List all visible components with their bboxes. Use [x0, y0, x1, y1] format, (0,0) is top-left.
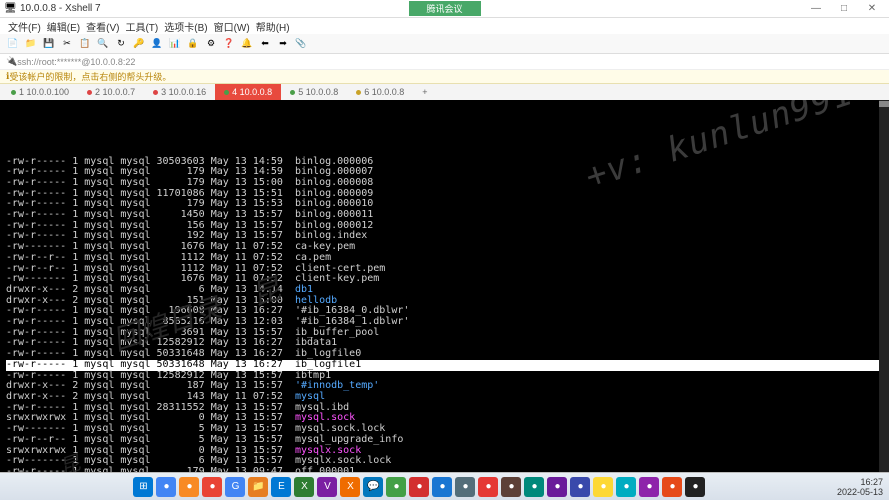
- taskbar-app-icon[interactable]: 📁: [248, 477, 268, 497]
- toolbar-button[interactable]: 📎: [294, 37, 308, 51]
- taskbar-app-icon[interactable]: ●: [639, 477, 659, 497]
- scroll-thumb[interactable]: [879, 101, 889, 107]
- file-row[interactable]: -rw-r--r-- 1 mysql mysql 1112 May 11 07:…: [6, 253, 883, 264]
- session-tab[interactable]: 4 10.0.0.8: [215, 84, 281, 100]
- taskbar-app-icon[interactable]: ●: [524, 477, 544, 497]
- hint-bar[interactable]: ℹ 受该帐户的限制，点击右侧的帮头升级。: [0, 70, 889, 84]
- taskbar-app-icon[interactable]: X: [294, 477, 314, 497]
- toolbar-button[interactable]: 🔒: [186, 37, 200, 51]
- session-tab[interactable]: 1 10.0.0.100: [2, 84, 78, 100]
- toolbar-button[interactable]: ⚙: [204, 37, 218, 51]
- taskbar-app-icon[interactable]: V: [317, 477, 337, 497]
- menu-item[interactable]: 窗口(W): [212, 19, 252, 34]
- taskbar-app-icon[interactable]: ●: [202, 477, 222, 497]
- taskbar-app-icon[interactable]: ●: [547, 477, 567, 497]
- close-button[interactable]: ✕: [859, 2, 885, 16]
- address-text: ssh://root:*******@10.0.0.8:22: [17, 57, 135, 67]
- menu-item[interactable]: 帮助(H): [254, 19, 292, 34]
- taskbar-app-icon[interactable]: ●: [662, 477, 682, 497]
- menu-item[interactable]: 工具(T): [123, 19, 160, 34]
- clock-time: 16:27: [837, 477, 883, 487]
- taskbar-app-icon[interactable]: ●: [179, 477, 199, 497]
- status-dot-icon: [153, 90, 158, 95]
- taskbar-app-icon[interactable]: ●: [386, 477, 406, 497]
- window-controls: — □ ✕: [803, 2, 885, 16]
- session-tabs: 1 10.0.0.1002 10.0.0.73 10.0.0.164 10.0.…: [0, 84, 889, 100]
- windows-taskbar: ⊞●●●G📁EXVX💬●●●●●●●●●●●●●● 16:27 2022-05-…: [0, 472, 889, 500]
- taskbar-app-icon[interactable]: G: [225, 477, 245, 497]
- toolbar-button[interactable]: 🔔: [240, 37, 254, 51]
- taskbar-app-icon[interactable]: X: [340, 477, 360, 497]
- toolbar-button[interactable]: 📋: [78, 37, 92, 51]
- terminal-scrollbar[interactable]: [879, 100, 889, 486]
- toolbar-button[interactable]: 🔍: [96, 37, 110, 51]
- taskbar-app-icon[interactable]: ●: [478, 477, 498, 497]
- taskbar-app-icon[interactable]: ●: [685, 477, 705, 497]
- file-row[interactable]: -rw-r----- 1 mysql mysql 50331648 May 13…: [6, 360, 883, 371]
- session-tab[interactable]: 3 10.0.0.16: [144, 84, 215, 100]
- clock-date: 2022-05-13: [837, 487, 883, 497]
- taskbar-app-icon[interactable]: ⊞: [133, 477, 153, 497]
- meeting-badge[interactable]: 腾讯会议: [408, 1, 480, 16]
- toolbar-button[interactable]: ❓: [222, 37, 236, 51]
- menu-item[interactable]: 编辑(E): [45, 19, 82, 34]
- taskbar-apps: ⊞●●●G📁EXVX💬●●●●●●●●●●●●●●: [6, 477, 833, 497]
- menu-item[interactable]: 查看(V): [84, 19, 121, 34]
- app-icon: 🖥: [4, 3, 16, 15]
- session-tab[interactable]: 2 10.0.0.7: [78, 84, 144, 100]
- taskbar-app-icon[interactable]: ●: [593, 477, 613, 497]
- taskbar-app-icon[interactable]: 💬: [363, 477, 383, 497]
- taskbar-app-icon[interactable]: ●: [501, 477, 521, 497]
- address-icon: 🔌: [6, 56, 17, 67]
- file-row[interactable]: -rw-r--r-- 1 mysql mysql 5 May 13 15:57 …: [6, 435, 883, 446]
- status-dot-icon: [87, 90, 92, 95]
- status-dot-icon: [356, 90, 361, 95]
- toolbar-button[interactable]: 💾: [42, 37, 56, 51]
- status-dot-icon: [224, 90, 229, 95]
- menu-bar: 文件(F)编辑(E)查看(V)工具(T)选项卡(B)窗口(W)帮助(H): [0, 18, 889, 34]
- toolbar-button[interactable]: ↻: [114, 37, 128, 51]
- toolbar-button[interactable]: 📁: [24, 37, 38, 51]
- toolbar-button[interactable]: ➡: [276, 37, 290, 51]
- address-bar[interactable]: 🔌 ssh://root:*******@10.0.0.8:22: [0, 54, 889, 70]
- hint-text: 受该帐户的限制，点击右侧的帮头升级。: [9, 70, 171, 83]
- minimize-button[interactable]: —: [803, 2, 829, 16]
- taskbar-app-icon[interactable]: ●: [432, 477, 452, 497]
- taskbar-app-icon[interactable]: ●: [570, 477, 590, 497]
- session-tab[interactable]: 5 10.0.0.8: [281, 84, 347, 100]
- toolbar-button[interactable]: 🔑: [132, 37, 146, 51]
- toolbar: 📄 📁 💾 ✂ 📋 🔍 ↻ 🔑 👤 📊 🔒 ⚙ ❓ 🔔 ⬅ ➡ 📎: [0, 34, 889, 54]
- status-dot-icon: [290, 90, 295, 95]
- toolbar-button[interactable]: 📊: [168, 37, 182, 51]
- title-bar: 🖥 10.0.0.8 - Xshell 7 腾讯会议 — □ ✕: [0, 0, 889, 18]
- toolbar-button[interactable]: 📄: [6, 37, 20, 51]
- menu-item[interactable]: 文件(F): [6, 19, 43, 34]
- taskbar-app-icon[interactable]: ●: [616, 477, 636, 497]
- session-tab[interactable]: 6 10.0.0.8: [347, 84, 413, 100]
- menu-item[interactable]: 选项卡(B): [162, 19, 209, 34]
- status-dot-icon: [11, 90, 16, 95]
- terminal[interactable]: +v: kunlun991 回煌日录 昆 昆 -rw-r----- 1 mysq…: [0, 100, 889, 486]
- toolbar-button[interactable]: 👤: [150, 37, 164, 51]
- taskbar-app-icon[interactable]: ●: [455, 477, 475, 497]
- new-tab-button[interactable]: +: [413, 84, 436, 100]
- toolbar-button[interactable]: ⬅: [258, 37, 272, 51]
- toolbar-button[interactable]: ✂: [60, 37, 74, 51]
- taskbar-app-icon[interactable]: ●: [409, 477, 429, 497]
- taskbar-app-icon[interactable]: ●: [156, 477, 176, 497]
- maximize-button[interactable]: □: [831, 2, 857, 16]
- taskbar-app-icon[interactable]: E: [271, 477, 291, 497]
- taskbar-clock[interactable]: 16:27 2022-05-13: [837, 477, 883, 497]
